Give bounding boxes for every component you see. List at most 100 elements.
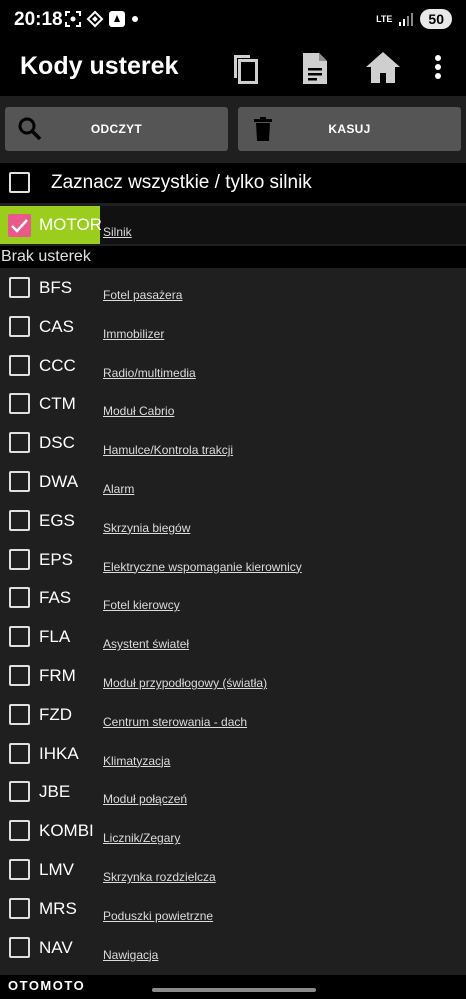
module-row[interactable]: FAS Fotel kierowcy [0, 579, 466, 618]
vpn-icon [86, 10, 104, 28]
module-code: FAS [39, 588, 72, 608]
status-bar: 20:18 LTE 50 [0, 0, 466, 40]
module-row[interactable]: LMV Skrzynka rozdzielcza [0, 851, 466, 890]
module-row[interactable]: MRS Poduszki powietrzne [0, 890, 466, 929]
module-description-link[interactable]: Silnik [103, 225, 132, 239]
module-description-link[interactable]: Poduszki powietrzne [103, 909, 213, 923]
module-description-link[interactable]: Klimatyzacja [103, 754, 170, 768]
module-code: FLA [39, 627, 71, 647]
section-header-label: Brak usterek [1, 248, 91, 265]
module-checkbox[interactable] [9, 781, 30, 803]
module-row[interactable]: FLA Asystent świateł [0, 618, 466, 657]
module-checkbox[interactable] [9, 742, 30, 764]
module-row[interactable]: CAS Immobilizer [0, 308, 466, 347]
module-checkbox[interactable] [9, 432, 30, 454]
dot-icon [132, 16, 138, 22]
app-screen: 20:18 LTE 50 Kody usterek ODCZYT KASUJ Z… [0, 0, 466, 999]
module-checkbox[interactable] [9, 315, 30, 337]
module-description-link[interactable]: Alarm [103, 482, 134, 496]
more-vert-icon[interactable] [416, 46, 460, 90]
module-checkbox[interactable] [9, 548, 30, 570]
watermark: OTOMOTO [8, 978, 86, 993]
module-description-link[interactable]: Elektryczne wspomaganie kierownicy [103, 560, 302, 574]
app-notification-icon [109, 11, 125, 27]
module-description-link[interactable]: Nawigacja [103, 948, 158, 962]
copy-icon[interactable] [224, 46, 268, 90]
module-description-link[interactable]: Immobilizer [103, 327, 164, 341]
status-time: 20:18 [14, 9, 63, 30]
home-icon[interactable] [361, 46, 405, 90]
screenshot-icon [65, 11, 81, 27]
module-row[interactable]: NAV Nawigacja [0, 929, 466, 968]
signal-icon [399, 13, 414, 26]
home-indicator[interactable] [152, 988, 316, 992]
module-code: NAV [39, 937, 73, 957]
module-code: BFS [39, 278, 73, 297]
module-description-link[interactable]: Radio/multimedia [103, 366, 196, 380]
module-code: CAS [39, 316, 74, 336]
module-description-link[interactable]: Hamulce/Kontrola trakcji [103, 443, 233, 457]
read-button[interactable]: ODCZYT [5, 107, 228, 151]
module-code: MRS [39, 898, 77, 918]
module-checkbox[interactable] [9, 859, 30, 880]
clear-button[interactable]: KASUJ [238, 107, 461, 151]
app-bar: Kody usterek [0, 40, 466, 96]
module-description-link[interactable]: Moduł Cabrio [103, 404, 174, 418]
network-type: LTE [376, 13, 393, 24]
module-code: DSC [39, 433, 75, 453]
module-description-link[interactable]: Centrum sterowania - dach [103, 715, 247, 729]
module-description-link[interactable]: Fotel pasażera [103, 288, 182, 302]
module-checkbox[interactable] [9, 354, 30, 376]
module-checkbox[interactable] [9, 393, 30, 415]
check-icon [11, 219, 28, 233]
module-code: MOTOR [39, 215, 102, 234]
module-code: IHKA [39, 743, 79, 763]
module-row[interactable]: JBE Moduł połączeń [0, 773, 466, 812]
status-right: LTE 50 [376, 9, 452, 29]
module-row[interactable]: IHKA Klimatyzacja [0, 735, 466, 774]
module-row[interactable]: CCC Radio/multimedia [0, 347, 466, 386]
module-description-link[interactable]: Fotel kierowcy [103, 598, 180, 612]
module-code: FZD [39, 704, 73, 724]
module-row[interactable]: EPS Elektryczne wspomaganie kierownicy [0, 541, 466, 580]
read-button-label: ODCZYT [90, 122, 143, 136]
motor-checkbox[interactable] [8, 214, 31, 237]
select-all-label: Zaznacz wszystkie / tylko silnik [51, 172, 312, 193]
module-description-link[interactable]: Skrzynia biegów [103, 521, 190, 535]
module-code: DWA [39, 472, 79, 491]
module-checkbox[interactable] [9, 820, 30, 842]
module-row[interactable]: CTM Moduł Cabrio [0, 385, 466, 424]
module-row[interactable]: BFS Fotel pasażera [0, 269, 466, 308]
select-all-checkbox[interactable] [9, 172, 30, 193]
module-code: EPS [39, 549, 74, 569]
section-header: Brak usterek [0, 246, 466, 268]
module-row[interactable]: FRM Moduł przypodłogowy (światła) [0, 657, 466, 696]
module-checkbox[interactable] [9, 277, 30, 298]
module-description-link[interactable]: Skrzynka rozdzielcza [103, 870, 216, 884]
module-checkbox[interactable] [9, 703, 30, 725]
module-row-motor[interactable]: MOTOR Silnik [0, 206, 466, 244]
module-description-link[interactable]: Licznik/Zegary [103, 831, 180, 845]
module-description-link[interactable]: Asystent świateł [103, 637, 189, 651]
module-code: FRM [39, 666, 76, 685]
document-icon[interactable] [293, 46, 337, 90]
module-row[interactable]: DWA Alarm [0, 463, 466, 502]
module-checkbox[interactable] [9, 665, 30, 686]
module-code: KOMBI [39, 821, 94, 841]
module-description-link[interactable]: Moduł połączeń [103, 792, 187, 806]
module-checkbox[interactable] [9, 626, 30, 648]
page-title: Kody usterek [20, 52, 179, 80]
module-row[interactable]: FZD Centrum sterowania - dach [0, 696, 466, 735]
module-row[interactable]: EGS Skrzynia biegów [0, 502, 466, 541]
battery-badge: 50 [420, 9, 452, 29]
module-description-link[interactable]: Moduł przypodłogowy (światła) [103, 676, 267, 690]
module-checkbox[interactable] [9, 897, 30, 919]
module-row[interactable]: KOMBI Licznik/Zegary [0, 812, 466, 851]
module-checkbox[interactable] [9, 587, 30, 609]
module-row[interactable]: DSC Hamulce/Kontrola trakcji [0, 424, 466, 463]
select-all-row[interactable]: Zaznacz wszystkie / tylko silnik [0, 163, 466, 203]
module-checkbox[interactable] [9, 936, 30, 958]
clear-button-label: KASUJ [328, 122, 371, 136]
module-checkbox[interactable] [9, 471, 30, 492]
module-checkbox[interactable] [9, 509, 30, 531]
